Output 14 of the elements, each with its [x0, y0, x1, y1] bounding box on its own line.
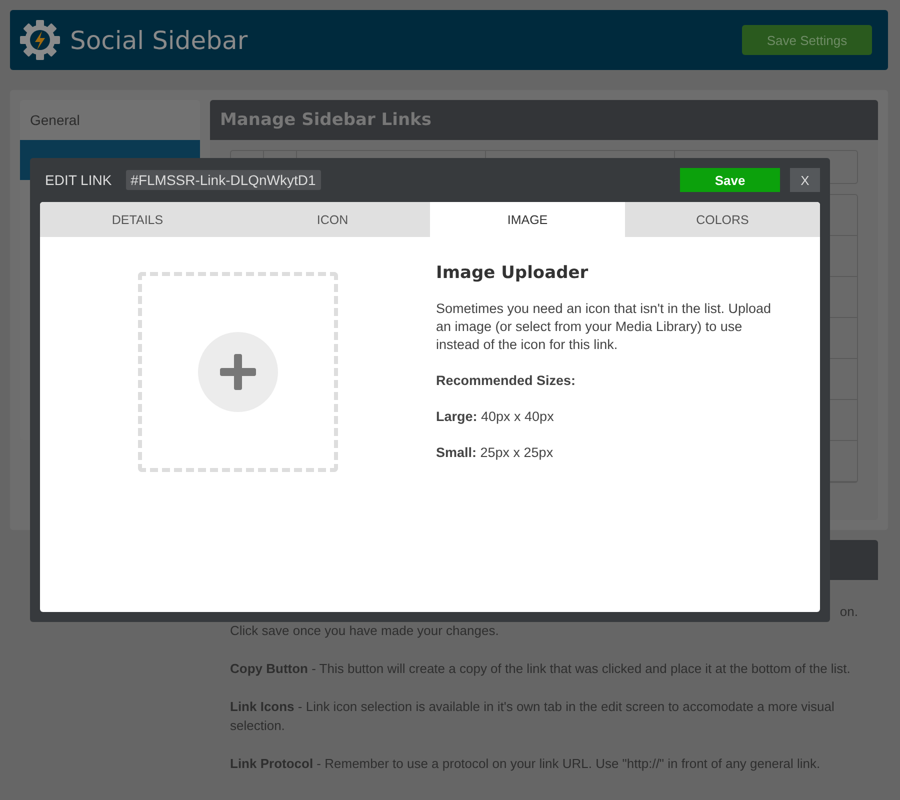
- panel-title: Manage Sidebar Links: [220, 110, 432, 130]
- uploader-heading: Image Uploader: [436, 262, 590, 284]
- help-text: Link Protocol - Remember to use a protocol on your link URL. Use "http://" in front of any general link.: [230, 755, 822, 773]
- help-text: Click save once you have made your changes.: [230, 622, 500, 640]
- uploader-description: Sometimes you need an icon that isn't in the list. Upload an image (or select from your Media Library) to use instead of the icon for this link.: [436, 300, 772, 354]
- app-title: Social Sidebar: [70, 26, 249, 54]
- help-text: Copy Button - This button will create a copy of the link that was clicked and place it at the bottom of the list.: [230, 660, 852, 678]
- size-text: Large: 40px x 40px: [436, 408, 555, 426]
- help-text: on.: [838, 603, 858, 621]
- size-text: Small: 25px x 25px: [436, 444, 554, 462]
- sizes-label: Recommended Sizes:: [436, 372, 577, 390]
- help-text: Link Icons - Link icon selection is available in it's own tab in the edit screen to accomodate a more visual selection.: [230, 698, 836, 735]
- dialog-title: EDIT LINK: [45, 172, 112, 188]
- link-id-badge: #FLMSSR-Link-DLQnWkytD1: [126, 170, 321, 190]
